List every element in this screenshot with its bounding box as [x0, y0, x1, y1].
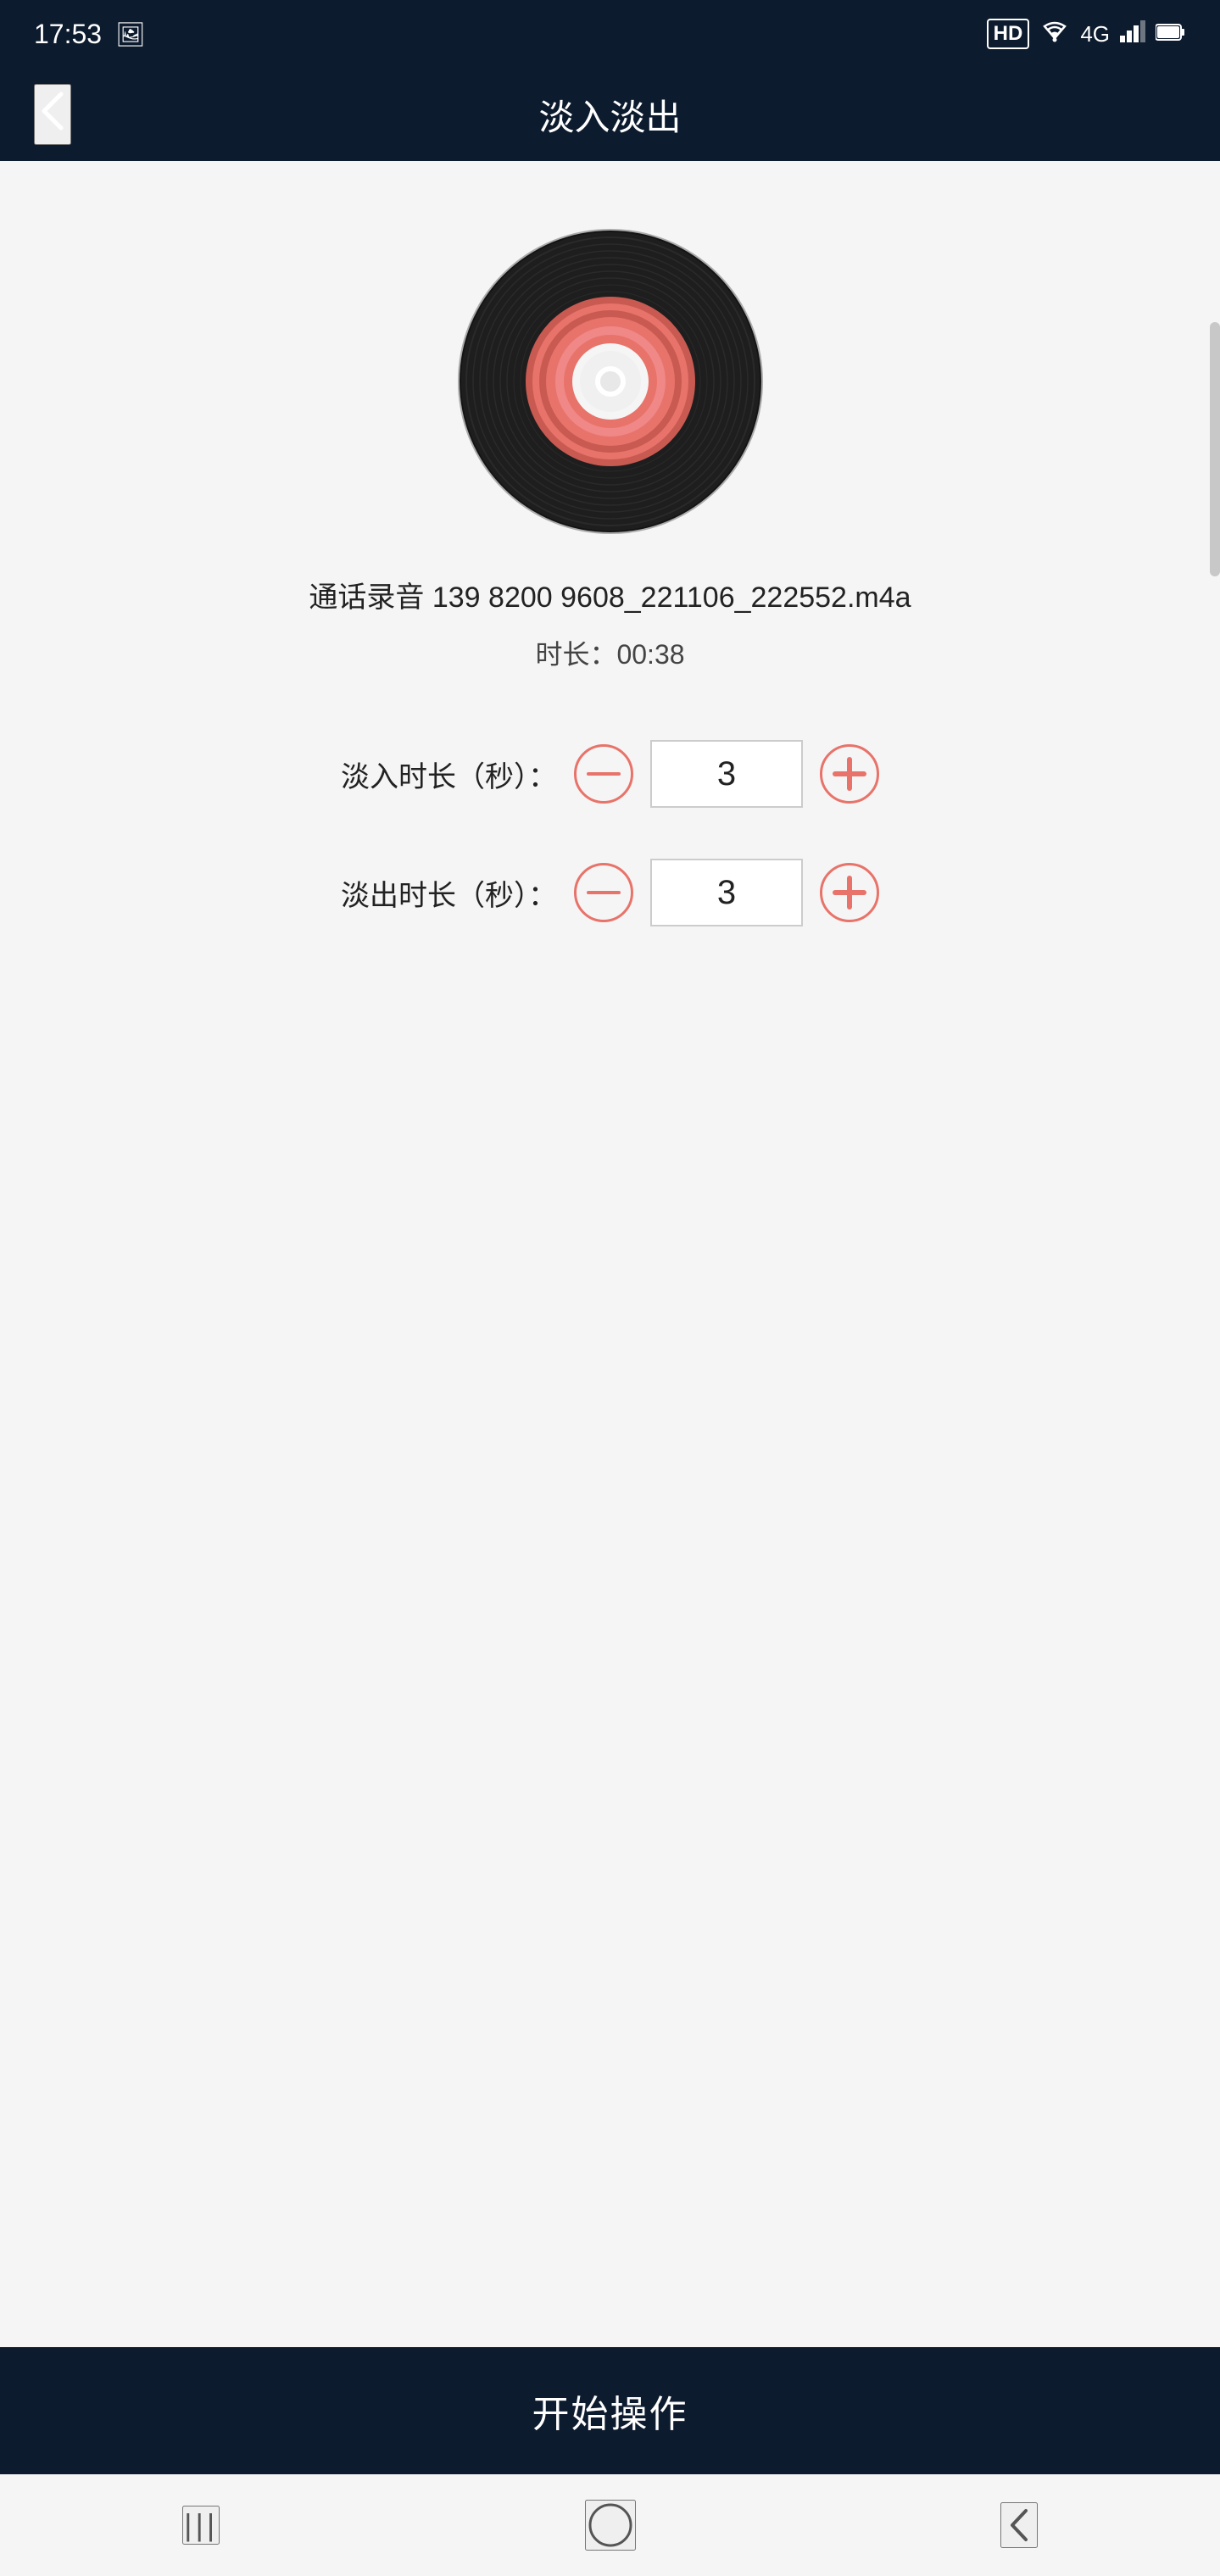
photo-icon: 🖼	[115, 20, 146, 48]
back-button[interactable]	[34, 84, 71, 145]
fade-in-label: 淡入时长（秒）：	[341, 754, 557, 795]
fade-in-input[interactable]	[650, 740, 803, 808]
fade-out-control: 淡出时长（秒）：	[51, 859, 1169, 926]
fade-in-control: 淡入时长（秒）：	[51, 740, 1169, 808]
fade-in-decrement-button[interactable]	[574, 744, 633, 804]
fade-out-label: 淡出时长（秒）：	[341, 872, 557, 914]
system-menu-button[interactable]: |||	[182, 2506, 220, 2545]
battery-icon	[1156, 21, 1186, 47]
fade-out-decrement-button[interactable]	[574, 863, 633, 922]
scrollbar[interactable]	[1210, 322, 1220, 576]
status-time: 17:53	[34, 19, 102, 50]
home-icon	[587, 2501, 634, 2549]
fade-out-input[interactable]	[650, 859, 803, 926]
file-name: 通话录音 139 8200 9608_221106_222552.m4a	[309, 576, 911, 620]
fade-out-increment-button[interactable]	[820, 863, 879, 922]
vinyl-record-container	[458, 229, 763, 534]
status-icons: HD 4G	[987, 19, 1186, 49]
fade-in-increment-button[interactable]	[820, 744, 879, 804]
status-bar: 17:53 🖼 HD 4G	[0, 0, 1220, 68]
start-button[interactable]: 开始操作	[532, 2384, 688, 2438]
main-content: 通话录音 139 8200 9608_221106_222552.m4a 时长：…	[0, 161, 1220, 2347]
nav-bar: 淡入淡出	[0, 68, 1220, 161]
signal-bars-icon	[1120, 20, 1145, 48]
hd-badge: HD	[987, 19, 1030, 49]
back-icon	[1002, 2504, 1036, 2546]
file-duration: 时长：00:38	[535, 633, 684, 672]
system-back-button[interactable]	[1000, 2502, 1038, 2548]
page-title: 淡入淡出	[538, 89, 681, 141]
system-nav: |||	[0, 2474, 1220, 2576]
vinyl-record-image	[458, 229, 763, 534]
wifi-icon	[1039, 19, 1070, 49]
system-home-button[interactable]	[585, 2500, 636, 2551]
signal-icon: 4G	[1080, 21, 1110, 47]
menu-icon: |||	[184, 2507, 218, 2543]
bottom-bar: 开始操作	[0, 2347, 1220, 2474]
